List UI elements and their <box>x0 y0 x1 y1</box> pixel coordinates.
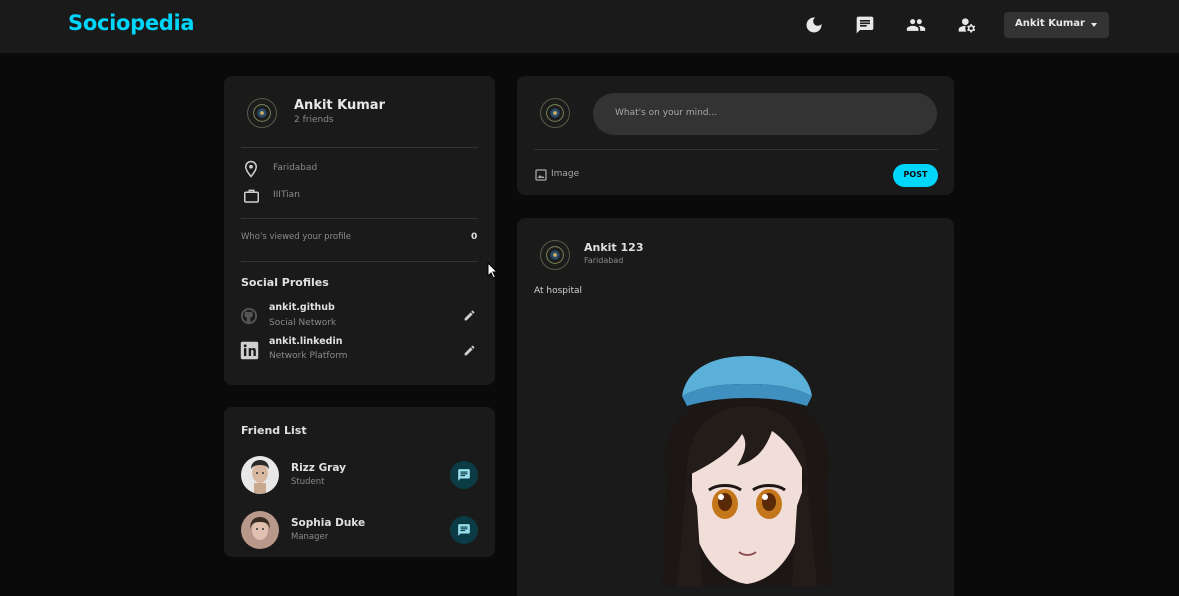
composer-avatar <box>540 98 570 128</box>
divider <box>534 149 938 150</box>
message-friend-button[interactable] <box>450 516 478 544</box>
message-icon <box>458 524 470 536</box>
message-icon <box>458 469 470 481</box>
edit-icon[interactable] <box>463 309 476 322</box>
dark-mode-icon[interactable] <box>804 15 824 35</box>
navbar: Sociopedia Ankit Kumar <box>0 0 1179 53</box>
post-button-label: POST <box>903 170 928 179</box>
people-icon[interactable] <box>906 15 926 35</box>
post-button[interactable]: POST <box>893 164 938 187</box>
friend-name[interactable]: Sophia Duke <box>291 517 365 529</box>
social-handle-github[interactable]: ankit.github <box>269 302 335 313</box>
post-image <box>662 356 832 586</box>
user-menu-select[interactable]: Ankit Kumar <box>1004 12 1109 38</box>
social-handle-linkedin[interactable]: ankit.linkedin <box>269 336 343 347</box>
profile-name[interactable]: Ankit Kumar <box>294 98 385 113</box>
social-type-github: Social Network <box>269 318 337 328</box>
divider <box>241 147 478 148</box>
post-text: At hospital <box>534 286 583 296</box>
friend-role: Student <box>291 477 325 487</box>
profile-avatar[interactable] <box>247 98 277 128</box>
user-menu-label: Ankit Kumar <box>1015 18 1085 29</box>
profile-occupation: IIITian <box>273 190 300 200</box>
profile-location: Faridabad <box>273 163 318 173</box>
github-icon <box>240 307 258 325</box>
friend-avatar[interactable] <box>241 456 279 494</box>
location-icon <box>242 160 260 178</box>
manage-accounts-icon[interactable] <box>957 15 977 35</box>
work-icon <box>242 187 261 205</box>
post-author-location: Faridabad <box>584 256 624 265</box>
post-author-name[interactable]: Ankit 123 <box>584 241 643 254</box>
edit-icon[interactable] <box>463 344 476 357</box>
profile-views-label: Who's viewed your profile <box>241 232 352 242</box>
social-type-linkedin: Network Platform <box>269 351 348 361</box>
profile-views-count: 0 <box>471 232 478 242</box>
divider <box>241 218 478 219</box>
divider <box>241 261 478 262</box>
friend-list-title: Friend List <box>241 424 307 437</box>
profile-friend-count: 2 friends <box>294 115 334 125</box>
message-icon[interactable] <box>855 15 875 35</box>
linkedin-icon <box>240 341 259 360</box>
post-input-placeholder: What's on your mind... <box>615 108 718 118</box>
message-friend-button[interactable] <box>450 461 478 489</box>
feed-post-card <box>517 218 954 596</box>
image-icon[interactable] <box>535 169 547 181</box>
brand-logo[interactable]: Sociopedia <box>68 11 195 35</box>
friend-role: Manager <box>291 532 329 542</box>
friend-name[interactable]: Rizz Gray <box>291 462 346 474</box>
friend-avatar[interactable] <box>241 511 279 549</box>
social-profiles-title: Social Profiles <box>241 276 329 289</box>
image-button-label[interactable]: Image <box>551 169 579 179</box>
chevron-down-icon <box>1091 23 1097 27</box>
mouse-cursor-icon <box>487 262 499 279</box>
post-input[interactable]: What's on your mind... <box>593 93 937 135</box>
post-author-avatar[interactable] <box>540 240 570 270</box>
